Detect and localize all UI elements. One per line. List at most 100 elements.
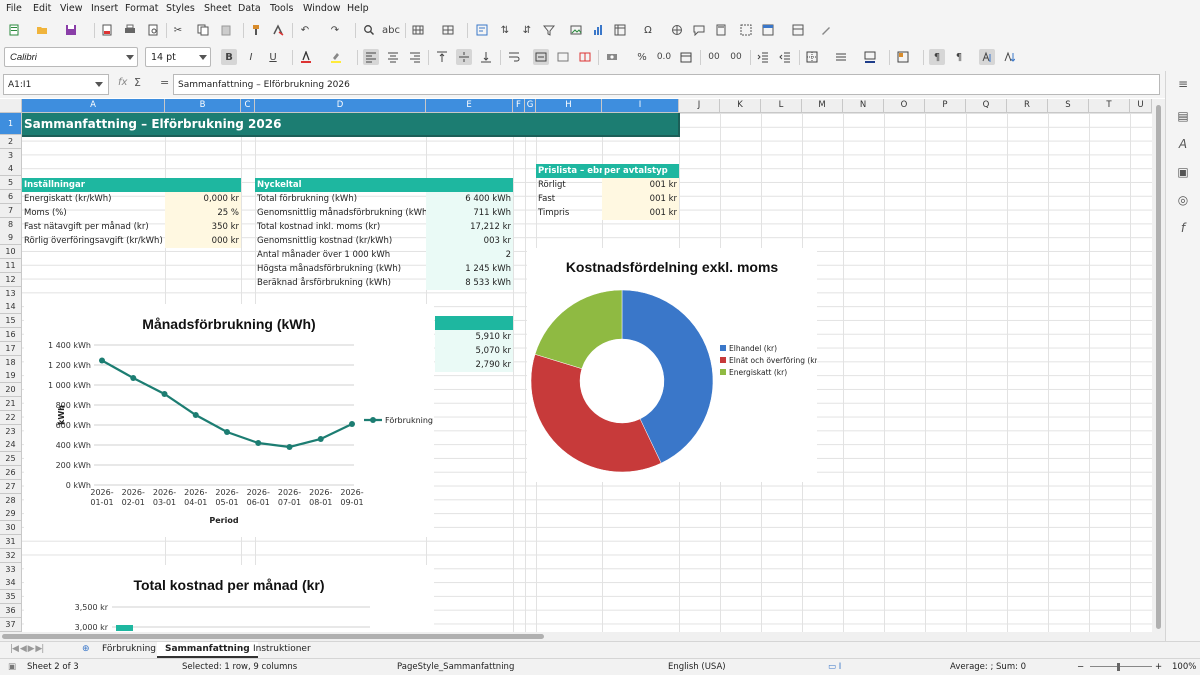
setting-label[interactable]: Energiskatt (kr/kWh)	[22, 192, 165, 206]
align-top-icon[interactable]	[434, 49, 450, 65]
align-bottom-icon[interactable]	[478, 49, 494, 65]
text-vertical-icon[interactable]	[1001, 49, 1017, 65]
select-all-corner[interactable]	[0, 99, 22, 113]
language-status[interactable]: English (USA)	[668, 662, 726, 672]
row-header[interactable]: 37	[0, 617, 22, 632]
kpi-label[interactable]: Genomsnittlig kostnad (kr/kWh)	[255, 234, 426, 248]
pricelist-value[interactable]: 001 kr	[602, 178, 679, 192]
define-print-area-icon[interactable]	[738, 22, 754, 38]
row-header[interactable]: 28	[0, 493, 22, 508]
zoom-level[interactable]: 100%	[1172, 662, 1196, 672]
kpi-value[interactable]: 711 kWh	[426, 206, 513, 220]
row-header[interactable]: 14	[0, 300, 22, 315]
save-icon[interactable]	[63, 22, 79, 38]
zoom-in-icon[interactable]: +	[1155, 662, 1162, 672]
merge-center-icon[interactable]	[533, 49, 549, 65]
font-name-combo[interactable]: Calibri	[4, 47, 138, 67]
kpi-value[interactable]: 1 245 kWh	[426, 262, 513, 276]
row-header[interactable]: 20	[0, 383, 22, 398]
border-style-icon[interactable]	[833, 49, 849, 65]
kpi-label[interactable]: Total kostnad inkl. moms (kr)	[255, 220, 426, 234]
freeze-rows-icon[interactable]	[760, 22, 776, 38]
column-header-b[interactable]: B	[165, 99, 241, 113]
row-header[interactable]: 26	[0, 466, 22, 480]
row-header[interactable]: 17	[0, 341, 22, 356]
row-header[interactable]: 4	[0, 162, 22, 177]
column-header-d[interactable]: D	[255, 99, 426, 113]
cost-value[interactable]: 5,910 kr	[435, 330, 513, 344]
align-right-icon[interactable]	[407, 49, 423, 65]
left-to-right-icon[interactable]: ¶	[929, 49, 945, 65]
kpi-value[interactable]: 003 kr	[426, 234, 513, 248]
row-header[interactable]: 13	[0, 286, 22, 301]
setting-label[interactable]: Moms (%)	[22, 206, 165, 220]
merge-cells-icon[interactable]	[555, 49, 571, 65]
kpi-label[interactable]: Total förbrukning (kWh)	[255, 192, 426, 206]
special-character-icon[interactable]: Ω	[640, 22, 656, 38]
row-header[interactable]: 19	[0, 369, 22, 384]
menu-help[interactable]: Help	[347, 3, 369, 14]
page-style[interactable]: PageStyle_Sammanfattning	[397, 662, 514, 672]
kpi-label[interactable]: Genomsnittlig månadsförbrukning (kWh)	[255, 206, 426, 220]
row-header[interactable]: 5	[0, 176, 22, 191]
row-header[interactable]: 1	[0, 113, 22, 135]
tab-sammanfattning[interactable]: Sammanfattning	[157, 642, 258, 658]
sheet-title-cell[interactable]: Sammanfattning – Elförbrukning 2026	[22, 113, 680, 137]
clone-formatting-icon[interactable]	[248, 22, 264, 38]
borders-icon[interactable]	[804, 49, 820, 65]
row-header[interactable]: 11	[0, 259, 22, 273]
column-header-t[interactable]: T	[1089, 99, 1130, 113]
kpi-label[interactable]: Beräknad årsförbrukning (kWh)	[255, 276, 426, 290]
highlight-color-icon[interactable]	[328, 49, 344, 65]
font-size-combo[interactable]: 14 pt	[145, 47, 211, 67]
menu-insert[interactable]: Insert	[91, 3, 118, 14]
row-header[interactable]: 22	[0, 410, 22, 425]
pricelist-header-right[interactable]: per avtalstyp	[602, 164, 679, 178]
wrap-text-icon[interactable]	[506, 49, 522, 65]
functions-icon[interactable]: f	[1175, 221, 1191, 237]
kpi-label[interactable]: Antal månader över 1 000 kWh	[255, 248, 426, 262]
new-document-icon[interactable]	[6, 22, 22, 38]
kpi-value[interactable]: 6 400 kWh	[426, 192, 513, 206]
menu-file[interactable]: File	[6, 3, 22, 14]
show-draw-functions-icon[interactable]	[818, 22, 834, 38]
pricelist-header-left[interactable]: Prislista – ebris	[536, 164, 602, 178]
right-to-left-icon[interactable]: ¶	[951, 49, 967, 65]
column-header-q[interactable]: Q	[966, 99, 1007, 113]
column-header-l[interactable]: L	[761, 99, 802, 113]
row-header[interactable]: 30	[0, 521, 22, 536]
paste-icon[interactable]	[218, 22, 234, 38]
column-header-i[interactable]: I	[602, 99, 679, 113]
sidebar-menu-icon[interactable]: ≡	[1175, 77, 1191, 93]
menu-format[interactable]: Format	[125, 3, 158, 14]
row-header[interactable]: 18	[0, 355, 22, 370]
redo-icon[interactable]: ↷	[327, 22, 343, 38]
kpi-value[interactable]: 17,212 kr	[426, 220, 513, 234]
row-header[interactable]: 10	[0, 245, 22, 260]
font-color-icon[interactable]	[298, 49, 314, 65]
tab-instruktioner[interactable]: Instruktioner	[245, 642, 319, 658]
row-header[interactable]: 12	[0, 272, 22, 287]
tab-forbrukning[interactable]: Förbrukning	[94, 642, 164, 658]
bold-button[interactable]: B	[221, 49, 237, 65]
cut-icon[interactable]: ✂	[170, 22, 186, 38]
column-header-s[interactable]: S	[1048, 99, 1089, 113]
function-wizard-icon[interactable]: fx	[118, 77, 127, 88]
undo-icon[interactable]: ↶	[297, 22, 313, 38]
zoom-out-icon[interactable]: −	[1077, 662, 1084, 672]
cost-value[interactable]: 5,070 kr	[435, 344, 513, 358]
print-preview-icon[interactable]	[145, 22, 161, 38]
pricelist-label[interactable]: Rörligt	[536, 178, 602, 192]
cost-donut-chart[interactable]: Kostnadsfördelning exkl. moms Elhandel (k…	[527, 248, 821, 482]
menu-sheet[interactable]: Sheet	[204, 3, 231, 14]
sort-icon[interactable]	[474, 22, 490, 38]
zoom-slider-handle[interactable]	[1117, 663, 1120, 671]
unmerge-cells-icon[interactable]	[577, 49, 593, 65]
kpi-label[interactable]: Högsta månadsförbrukning (kWh)	[255, 262, 426, 276]
menu-styles[interactable]: Styles	[166, 3, 195, 14]
row-header[interactable]: 7	[0, 203, 22, 218]
row-header[interactable]: 6	[0, 190, 22, 204]
align-center-icon[interactable]	[385, 49, 401, 65]
row-header[interactable]: 21	[0, 397, 22, 411]
find-replace-icon[interactable]	[361, 22, 377, 38]
